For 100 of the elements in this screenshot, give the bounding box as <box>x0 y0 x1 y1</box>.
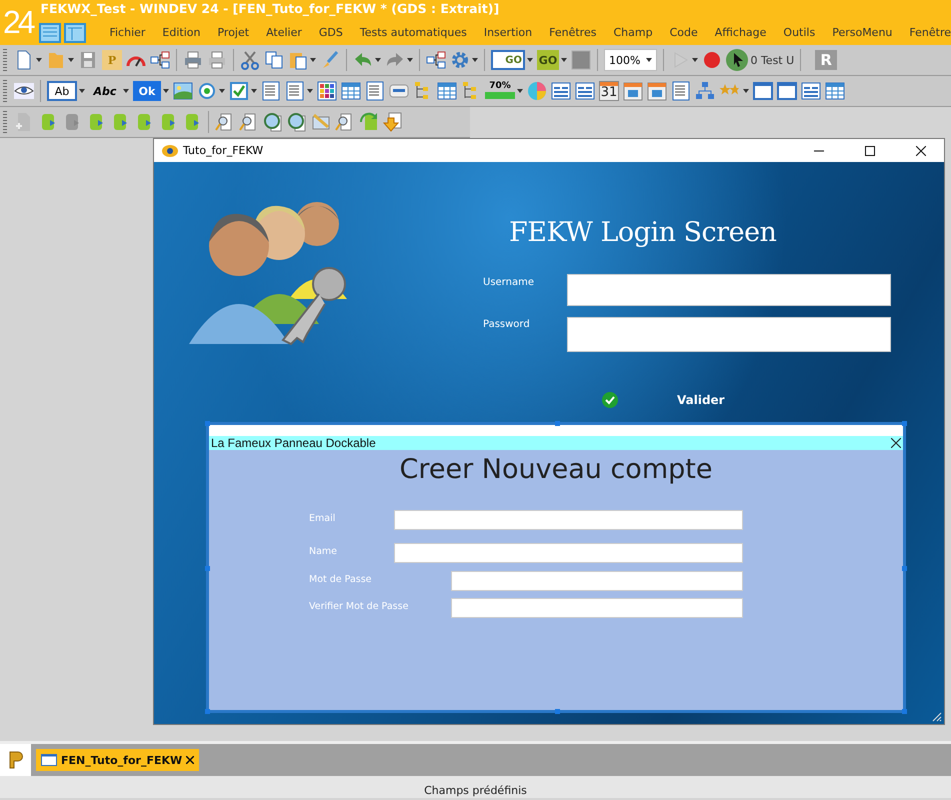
caret-icon[interactable] <box>517 89 523 93</box>
caret-icon[interactable] <box>375 58 381 62</box>
text-field-icon[interactable]: Ab <box>47 81 77 101</box>
selection-handle[interactable] <box>902 421 907 426</box>
caret-icon[interactable] <box>692 58 698 62</box>
selection-handle[interactable] <box>555 421 560 426</box>
caret-icon[interactable] <box>310 58 316 62</box>
selection-handle[interactable] <box>205 421 210 426</box>
selection-handle[interactable] <box>205 566 210 571</box>
list-icon[interactable] <box>671 81 691 101</box>
window-icon[interactable] <box>777 81 797 101</box>
label-icon[interactable]: Abc <box>89 81 121 101</box>
clipboard-icon[interactable] <box>288 50 308 70</box>
selection-handle[interactable] <box>902 566 907 571</box>
document-tab[interactable]: FEN_Tuto_for_FEKW <box>36 749 200 771</box>
calendar-icon[interactable]: 31 <box>599 81 619 101</box>
resize-grip-icon[interactable] <box>932 712 942 722</box>
test-counter[interactable]: 0 Test U <box>750 54 794 66</box>
eye-icon[interactable] <box>14 81 34 101</box>
login-heading: FEKW Login Screen <box>509 217 776 248</box>
input-field[interactable] <box>451 598 743 618</box>
menu-item[interactable]: Tests automatiques <box>360 26 467 39</box>
menu-item[interactable]: Projet <box>217 26 250 39</box>
radio-icon[interactable] <box>197 81 217 101</box>
caret-icon[interactable] <box>251 89 257 93</box>
caret-icon[interactable] <box>79 89 85 93</box>
go-icon[interactable]: GO <box>537 50 559 70</box>
close-icon[interactable] <box>916 146 926 156</box>
caret-icon[interactable] <box>219 89 225 93</box>
menu-item[interactable]: Fenêtre <box>909 26 951 39</box>
color-grid-icon[interactable] <box>317 81 337 101</box>
printer-icon[interactable] <box>207 50 227 70</box>
calendar-icon[interactable] <box>647 81 667 101</box>
caret-icon[interactable] <box>407 58 413 62</box>
maximize-icon[interactable] <box>865 146 875 156</box>
printer-icon[interactable] <box>183 50 203 70</box>
field-label: Username <box>483 277 534 288</box>
menu-item[interactable]: Fichier <box>109 26 146 39</box>
form-icon[interactable] <box>551 81 571 101</box>
caret-icon[interactable] <box>472 58 478 62</box>
form-icon[interactable] <box>801 81 821 101</box>
menu-item[interactable]: Insertion <box>484 26 532 39</box>
menu-item[interactable]: PersoMenu <box>832 26 892 39</box>
window-icon[interactable] <box>753 81 773 101</box>
selection-handle[interactable] <box>902 709 907 714</box>
list-icon[interactable] <box>285 81 305 101</box>
input-field[interactable] <box>567 274 891 306</box>
diagram-icon[interactable] <box>150 50 170 70</box>
menu-item[interactable]: Fenêtres <box>549 26 596 39</box>
field-label: Email <box>309 513 336 524</box>
field-label: Name <box>309 546 338 557</box>
caret-icon[interactable] <box>307 89 313 93</box>
menu-item[interactable]: Champ <box>613 26 653 39</box>
menu-item[interactable]: Affichage <box>714 26 766 39</box>
caret-icon[interactable] <box>123 89 129 93</box>
menu-item[interactable]: Code <box>670 26 698 39</box>
progress-bar-icon[interactable]: 70% <box>485 81 515 101</box>
input-field[interactable] <box>394 510 743 530</box>
copy-icon[interactable] <box>264 50 284 70</box>
caret-icon[interactable] <box>646 58 652 62</box>
input-field[interactable] <box>394 543 743 563</box>
validate-button[interactable]: Valider <box>677 393 725 407</box>
globe-page-icon[interactable] <box>287 112 307 132</box>
caret-icon[interactable] <box>743 89 749 93</box>
caret-icon[interactable] <box>561 58 567 62</box>
menu-item[interactable]: Edition <box>162 26 200 39</box>
input-field[interactable] <box>451 571 743 591</box>
caret-icon[interactable] <box>36 58 42 62</box>
table-icon[interactable] <box>825 81 845 101</box>
caret-icon[interactable] <box>527 58 533 62</box>
menu-item[interactable]: Outils <box>783 26 816 39</box>
checkbox-icon[interactable] <box>229 81 249 101</box>
calendar-icon[interactable] <box>623 81 643 101</box>
close-icon[interactable] <box>186 756 194 764</box>
window-go-icon[interactable]: GO <box>491 50 525 70</box>
form-icon[interactable] <box>575 81 595 101</box>
project-icon[interactable] <box>0 744 31 776</box>
list-icon[interactable] <box>365 81 385 101</box>
globe-page-icon[interactable] <box>263 112 283 132</box>
selection-handle[interactable] <box>555 709 560 714</box>
caret-icon[interactable] <box>68 58 74 62</box>
checkmark-icon <box>602 392 618 408</box>
button-icon[interactable]: Ok <box>133 81 161 101</box>
diagram-icon[interactable] <box>426 50 446 70</box>
app-logo: 24 <box>2 3 34 42</box>
scissors-icon[interactable] <box>240 50 260 70</box>
zoom-dropdown[interactable]: 100% <box>604 49 658 71</box>
input-field[interactable] <box>567 317 891 352</box>
menu-item[interactable]: GDS <box>318 26 343 39</box>
list-icon[interactable] <box>261 81 281 101</box>
menu-item[interactable]: Atelier <box>266 26 302 39</box>
caret-icon[interactable] <box>163 89 169 93</box>
table-icon[interactable] <box>341 81 361 101</box>
table-icon[interactable] <box>437 81 457 101</box>
selection-handle[interactable] <box>205 709 210 714</box>
field-label: Mot de Passe <box>309 574 372 585</box>
cursor-icon[interactable] <box>726 49 748 71</box>
picture-icon[interactable] <box>173 81 193 101</box>
download-page-icon[interactable] <box>383 112 403 132</box>
close-icon[interactable] <box>891 438 901 448</box>
